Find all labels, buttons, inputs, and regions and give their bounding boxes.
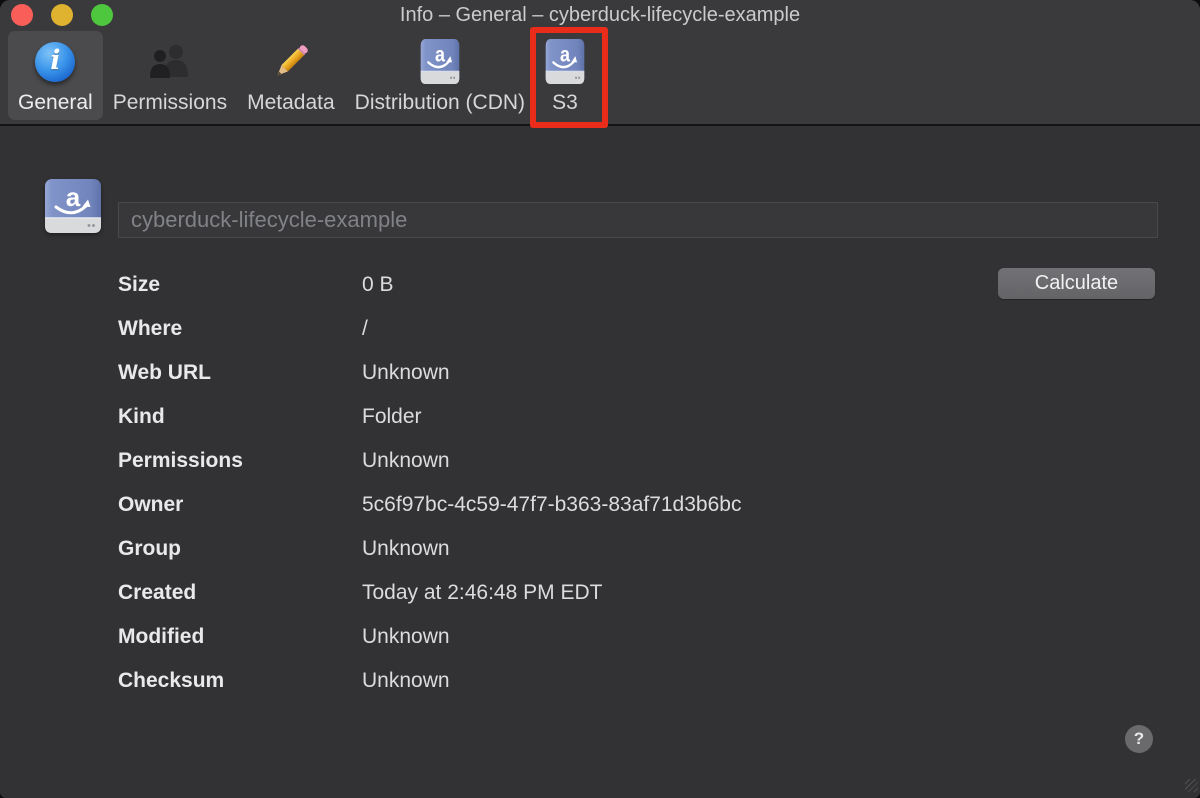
calculate-button[interactable]: Calculate	[998, 268, 1155, 299]
info-row-kind: Kind Folder	[118, 395, 1158, 439]
resize-grip[interactable]	[1185, 779, 1198, 792]
row-label: Where	[118, 317, 362, 341]
svg-text:a: a	[560, 43, 571, 67]
s3-drive-icon: a	[420, 39, 460, 84]
row-value: Unknown	[362, 625, 450, 649]
tab-label: S3	[552, 92, 578, 113]
tab-metadata[interactable]: Metadata	[237, 31, 345, 120]
info-icon: i	[35, 39, 75, 84]
row-label: Owner	[118, 493, 362, 517]
window-title: Info – General – cyberduck-lifecycle-exa…	[0, 0, 1200, 28]
row-value: Today at 2:46:48 PM EDT	[362, 581, 602, 605]
tab-label: Permissions	[113, 92, 227, 113]
row-label: Modified	[118, 625, 362, 649]
help-button[interactable]: ?	[1125, 725, 1153, 753]
row-value: Folder	[362, 405, 422, 429]
users-icon	[147, 39, 193, 84]
row-label: Group	[118, 537, 362, 561]
tab-s3[interactable]: a S3	[535, 31, 595, 120]
tab-label: Distribution (CDN)	[355, 92, 525, 113]
info-row-permissions: Permissions Unknown	[118, 439, 1158, 483]
row-value: Unknown	[362, 537, 450, 561]
info-window: Info – General – cyberduck-lifecycle-exa…	[0, 0, 1200, 798]
tab-label: General	[18, 92, 93, 113]
toolbar: i General Permissions	[0, 28, 1200, 124]
row-value: 5c6f97bc-4c59-47f7-b363-83af71d3b6bc	[362, 493, 741, 517]
row-value: Unknown	[362, 449, 450, 473]
s3-drive-icon: a	[545, 39, 585, 84]
s3-drive-icon: a	[44, 179, 102, 238]
info-row-checksum: Checksum Unknown	[118, 659, 1158, 703]
row-label: Permissions	[118, 449, 362, 473]
row-label: Size	[118, 273, 362, 297]
info-row-web-url: Web URL Unknown	[118, 351, 1158, 395]
pencil-icon	[269, 39, 313, 84]
row-label: Checksum	[118, 669, 362, 693]
row-label: Created	[118, 581, 362, 605]
tab-distribution[interactable]: a Distribution (CDN)	[345, 31, 535, 120]
info-row-created: Created Today at 2:46:48 PM EDT	[118, 571, 1158, 615]
row-value: Unknown	[362, 361, 450, 385]
row-label: Kind	[118, 405, 362, 429]
tab-label: Metadata	[247, 92, 335, 113]
info-row-owner: Owner 5c6f97bc-4c59-47f7-b363-83af71d3b6…	[118, 483, 1158, 527]
info-row-where: Where /	[118, 307, 1158, 351]
tab-permissions[interactable]: Permissions	[103, 31, 237, 120]
row-value: 0 B	[362, 273, 394, 297]
info-rows: Size 0 B Where / Web URL Unknown Kind Fo…	[118, 263, 1158, 703]
row-value: /	[362, 317, 368, 341]
svg-text:a: a	[66, 182, 81, 212]
window-chrome: Info – General – cyberduck-lifecycle-exa…	[0, 0, 1200, 126]
svg-text:a: a	[435, 43, 446, 67]
row-value: Unknown	[362, 669, 450, 693]
row-label: Web URL	[118, 361, 362, 385]
tab-general[interactable]: i General	[8, 31, 103, 120]
titlebar: Info – General – cyberduck-lifecycle-exa…	[0, 0, 1200, 28]
info-row-group: Group Unknown	[118, 527, 1158, 571]
filename-input[interactable]	[118, 202, 1158, 238]
general-panel: a Size 0 B Where / Web URL Unknown Kind	[0, 126, 1200, 794]
info-row-modified: Modified Unknown	[118, 615, 1158, 659]
